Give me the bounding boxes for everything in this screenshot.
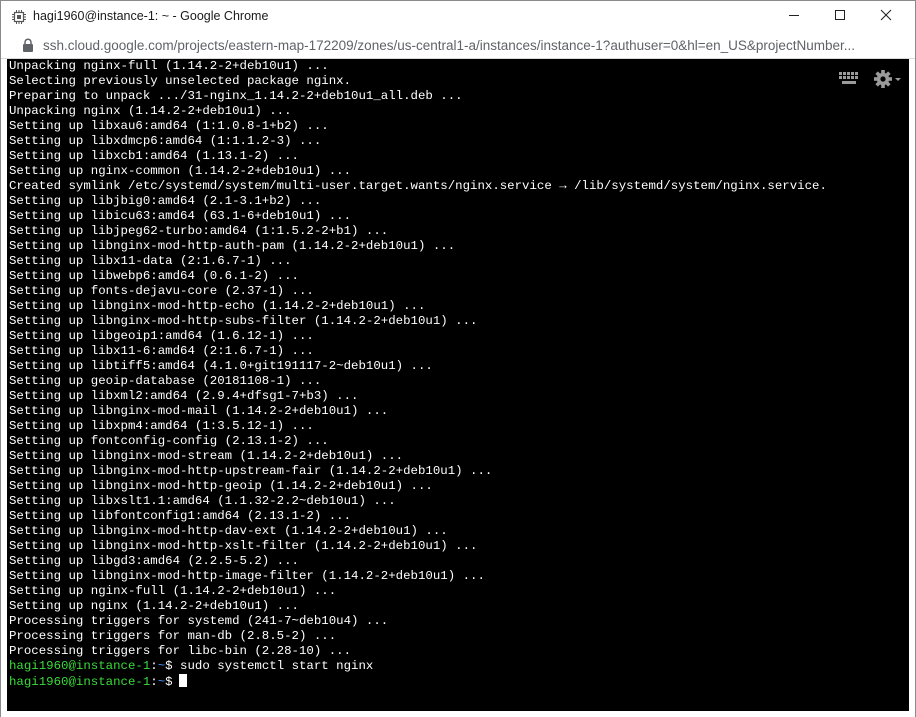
terminal-line: Setting up libnginx-mod-http-xslt-filter…: [9, 539, 478, 553]
terminal-line: Setting up libxcb1:amd64 (1.13.1-2) ...: [9, 149, 299, 163]
terminal-line: Setting up geoip-database (20181108-1) .…: [9, 374, 322, 388]
terminal-line: Setting up libwebp6:amd64 (0.6.1-2) ...: [9, 269, 299, 283]
window-title: hagi1960@instance-1: ~ - Google Chrome: [33, 9, 269, 23]
terminal-line: Setting up libnginx-mod-mail (1.14.2-2+d…: [9, 404, 389, 418]
window-bottom-edge: [1, 711, 915, 717]
terminal-line: Unpacking nginx (1.14.2-2+deb10u1) ...: [9, 104, 292, 118]
terminal-line: Setting up nginx-full (1.14.2-2+deb10u1)…: [9, 584, 337, 598]
minimize-button[interactable]: [771, 1, 817, 33]
title-bar[interactable]: hagi1960@instance-1: ~ - Google Chrome: [1, 1, 915, 33]
terminal-line: Setting up libnginx-mod-http-auth-pam (1…: [9, 239, 456, 253]
terminal-line: Setting up libnginx-mod-http-echo (1.14.…: [9, 299, 426, 313]
terminal-line: Setting up libnginx-mod-http-subs-filter…: [9, 314, 478, 328]
terminal-line: Setting up libnginx-mod-stream (1.14.2-2…: [9, 449, 404, 463]
maximize-icon: [834, 8, 846, 26]
terminal-line: Setting up libx11-data (2:1.6.7-1) ...: [9, 254, 292, 268]
terminal-line: Setting up libnginx-mod-http-upstream-fa…: [9, 464, 493, 478]
prompt-command: sudo systemctl start nginx: [172, 659, 374, 673]
terminal-output: Unpacking nginx-full (1.14.2-2+deb10u1) …: [9, 59, 827, 689]
terminal-line: Setting up libxau6:amd64 (1:1.0.8-1+b2) …: [9, 119, 329, 133]
terminal-line: Selecting previously unselected package …: [9, 74, 352, 88]
terminal-line: Setting up libxdmcp6:amd64 (1:1.1.2-3) .…: [9, 134, 322, 148]
terminal-line: Processing triggers for man-db (2.8.5-2)…: [9, 629, 337, 643]
terminal-line: Processing triggers for libc-bin (2.28-1…: [9, 644, 352, 658]
prompt-sign: $: [165, 675, 173, 689]
prompt-separator: :: [150, 659, 158, 673]
terminal-line: Setting up libicu63:amd64 (63.1-6+deb10u…: [9, 209, 352, 223]
terminal-line: Setting up libnginx-mod-http-geoip (1.14…: [9, 479, 433, 493]
lock-icon[interactable]: [22, 38, 34, 53]
url-path: /projects/eastern-map-172209/zones/us-ce…: [173, 38, 855, 53]
address-bar[interactable]: ssh.cloud.google.com/projects/eastern-ma…: [1, 33, 915, 59]
prompt-separator: :: [150, 675, 158, 689]
terminal-line: Setting up libgd3:amd64 (2.2.5-5.2) ...: [9, 554, 299, 568]
terminal-line: Unpacking nginx-full (1.14.2-2+deb10u1) …: [9, 59, 329, 73]
prompt-user: hagi1960@instance-1: [9, 675, 151, 689]
url-text[interactable]: ssh.cloud.google.com/projects/eastern-ma…: [43, 38, 903, 53]
terminal-line: Setting up libnginx-mod-http-dav-ext (1.…: [9, 524, 448, 538]
terminal-line: Setting up nginx (1.14.2-2+deb10u1) ...: [9, 599, 299, 613]
terminal-line: Setting up libjbig0:amd64 (2.1-3.1+b2) .…: [9, 194, 322, 208]
maximize-button[interactable]: [817, 1, 863, 33]
terminal-line: Setting up libx11-6:amd64 (2:1.6.7-1) ..…: [9, 344, 314, 358]
url-host: ssh.cloud.google.com: [43, 38, 174, 53]
close-button[interactable]: [863, 1, 909, 33]
terminal-line: Setting up libtiff5:amd64 (4.1.0+git1911…: [9, 359, 433, 373]
terminal-line: Setting up libxml2:amd64 (2.9.4+dfsg1-7+…: [9, 389, 359, 403]
terminal-line: Setting up libnginx-mod-http-image-filte…: [9, 569, 485, 583]
terminal-toolbar: [839, 69, 901, 94]
terminal-line: Created symlink /etc/systemd/system/mult…: [9, 179, 827, 193]
terminal-line: Setting up libgeoip1:amd64 (1.6.12-1) ..…: [9, 329, 314, 343]
gear-icon[interactable]: [873, 69, 901, 94]
terminal-line: Setting up libxslt1.1:amd64 (1.1.32-2.2~…: [9, 494, 396, 508]
prompt-user: hagi1960@instance-1: [9, 659, 151, 673]
terminal-line: Setting up libjpeg62-turbo:amd64 (1:1.5.…: [9, 224, 389, 238]
terminal-line: Setting up nginx-common (1.14.2-2+deb10u…: [9, 164, 352, 178]
prompt-sign: $: [165, 659, 173, 673]
terminal-line: Preparing to unpack .../31-nginx_1.14.2-…: [9, 89, 463, 103]
terminal-prompt-line: hagi1960@instance-1:~$ sudo systemctl st…: [9, 659, 827, 674]
terminal-cursor: [178, 674, 187, 687]
terminal-line: Setting up libxpm4:amd64 (1:3.5.12-1) ..…: [9, 419, 314, 433]
minimize-icon: [788, 8, 800, 26]
browser-window: hagi1960@instance-1: ~ - Google Chrome s…: [0, 0, 916, 717]
terminal[interactable]: Unpacking nginx-full (1.14.2-2+deb10u1) …: [7, 59, 909, 711]
terminal-prompt-line: hagi1960@instance-1:~$: [9, 674, 827, 689]
terminal-line: Processing triggers for systemd (241-7~d…: [9, 614, 389, 628]
terminal-line: Setting up libfontconfig1:amd64 (2.13.1-…: [9, 509, 352, 523]
terminal-line: Setting up fontconfig-config (2.13.1-2) …: [9, 434, 329, 448]
keyboard-icon[interactable]: [839, 72, 861, 91]
close-icon: [880, 8, 892, 26]
chip-icon: [11, 9, 27, 25]
terminal-line: Setting up fonts-dejavu-core (2.37-1) ..…: [9, 284, 314, 298]
